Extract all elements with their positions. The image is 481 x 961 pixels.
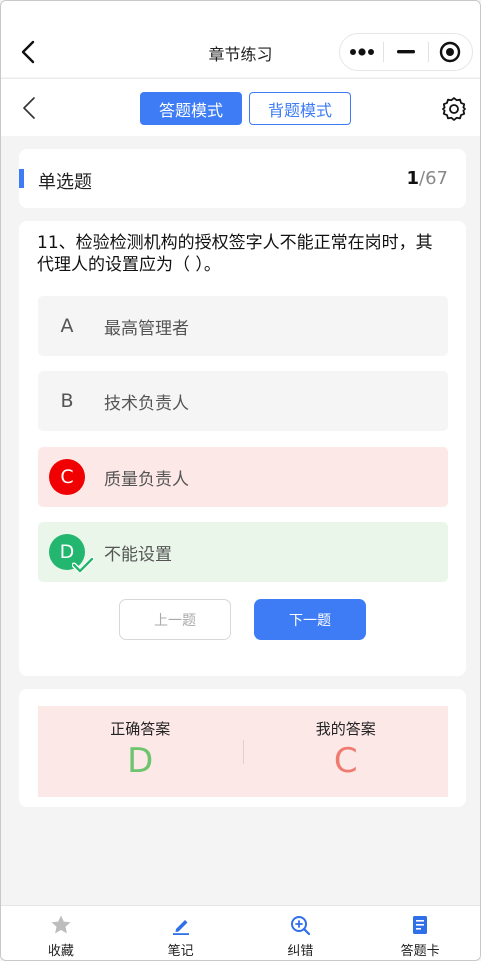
question-type-card: 单选题 1/67 xyxy=(19,149,466,208)
minimize-icon xyxy=(396,50,415,54)
next-question-button[interactable]: 下一题 xyxy=(254,599,366,640)
search-plus-icon xyxy=(291,916,311,936)
tab-answer-mode[interactable]: 答题模式 xyxy=(140,92,242,125)
my-answer-value: C xyxy=(333,741,358,781)
more-dots-icon xyxy=(349,48,374,56)
question-card: 11、检验检测机构的授权签字人不能正常在岗时，其代理人的设置应为（ ）。 A 最… xyxy=(19,221,466,676)
my-answer: 我的答案 C xyxy=(244,720,449,781)
option-d[interactable]: D 不能设置 xyxy=(38,522,448,582)
question-counter: 1/67 xyxy=(407,168,449,189)
minimize-button[interactable] xyxy=(384,34,427,70)
mode-tabs: 答题模式 背题模式 xyxy=(140,92,351,125)
option-letter: D xyxy=(49,534,94,574)
option-text: 最高管理者 xyxy=(104,318,189,339)
question-nav-buttons: 上一题 下一题 xyxy=(119,599,366,640)
option-letter: A xyxy=(60,315,74,337)
total-count: /67 xyxy=(419,168,448,189)
pencil-icon xyxy=(172,920,189,935)
question-text: 11、检验检测机构的授权签字人不能正常在岗时，其代理人的设置应为（ ）。 xyxy=(37,233,433,275)
prev-question-button[interactable]: 上一题 xyxy=(119,599,231,640)
tab-label: 收藏 xyxy=(47,944,74,959)
tab-label: 答题卡 xyxy=(400,944,440,959)
check-icon xyxy=(72,556,94,574)
option-c[interactable]: C 质量负责人 xyxy=(38,447,448,507)
answer-card: 正确答案 D 我的答案 C xyxy=(19,689,466,807)
settings-button[interactable] xyxy=(440,95,468,123)
tab-correction[interactable]: 纠错 xyxy=(241,906,361,960)
gear-icon xyxy=(442,97,466,121)
option-b[interactable]: B 技术负责人 xyxy=(38,371,448,431)
option-text: 技术负责人 xyxy=(104,393,189,414)
option-text: 质量负责人 xyxy=(104,469,189,490)
type-accent-bar xyxy=(19,169,24,188)
tab-answer-sheet[interactable]: 答题卡 xyxy=(360,906,480,960)
mode-back-button[interactable] xyxy=(17,93,41,123)
more-button[interactable] xyxy=(340,34,383,70)
app-frame: 章节练习 答题模式 背题模式 单选题 1/67 11、检验检测机构的授权签字人不… xyxy=(0,0,481,961)
correct-answer: 正确答案 D xyxy=(38,720,243,781)
my-answer-label: 我的答案 xyxy=(315,720,376,738)
answer-sheet-icon xyxy=(413,916,428,934)
tab-label: 纠错 xyxy=(287,944,314,959)
correct-answer-value: D xyxy=(127,741,154,781)
top-navbar: 章节练习 xyxy=(1,1,480,77)
mini-program-capsule xyxy=(339,33,473,71)
bottom-tabbar: 收藏 笔记 纠错 答题卡 xyxy=(1,905,480,960)
tab-label: 笔记 xyxy=(167,944,194,959)
star-icon xyxy=(51,915,71,934)
answer-box: 正确答案 D 我的答案 C xyxy=(38,706,448,797)
option-letter: B xyxy=(60,390,74,412)
chevron-left-icon xyxy=(23,97,35,119)
correct-answer-label: 正确答案 xyxy=(110,720,171,738)
tab-recite-mode[interactable]: 背题模式 xyxy=(249,92,351,125)
tab-notes[interactable]: 笔记 xyxy=(121,906,241,960)
current-index: 1 xyxy=(406,168,420,189)
question-type-label: 单选题 xyxy=(38,172,92,193)
close-button[interactable] xyxy=(429,34,472,70)
mode-bar: 答题模式 背题模式 xyxy=(1,78,480,136)
option-letter: C xyxy=(49,459,85,495)
close-circle-icon xyxy=(440,41,461,63)
option-text: 不能设置 xyxy=(104,544,172,565)
tab-favorite[interactable]: 收藏 xyxy=(1,906,121,960)
option-a[interactable]: A 最高管理者 xyxy=(38,296,448,356)
